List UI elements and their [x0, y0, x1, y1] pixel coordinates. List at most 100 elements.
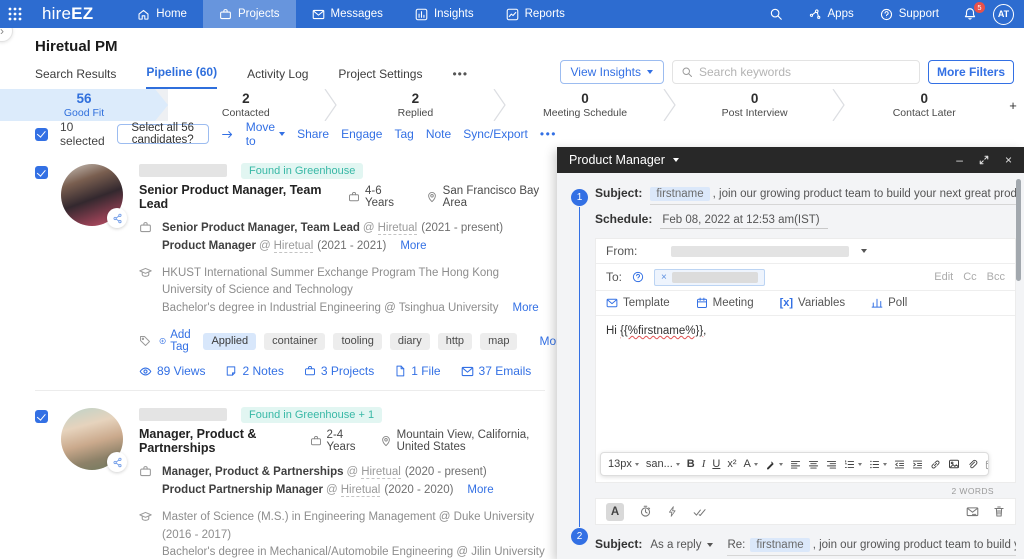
tag-chip[interactable]: diary [390, 333, 430, 350]
search-input[interactable] [699, 65, 911, 79]
tag-chip[interactable]: http [438, 333, 472, 350]
chevron-down-icon[interactable] [861, 249, 867, 253]
tag-chip[interactable]: Applied [203, 333, 256, 350]
format-toggle-button[interactable]: A [606, 503, 624, 521]
trash-icon[interactable] [993, 505, 1005, 518]
more-filters-button[interactable]: More Filters [928, 60, 1014, 84]
italic-button[interactable]: I [702, 458, 706, 470]
education-more-link[interactable]: More [512, 302, 538, 314]
add-tag-button[interactable]: Add Tag [159, 329, 195, 353]
poll-button[interactable]: Poll [871, 297, 907, 309]
share-icon[interactable] [107, 208, 127, 228]
share-icon[interactable] [107, 452, 127, 472]
ordered-list-icon[interactable] [844, 459, 862, 470]
edit-recipients-link[interactable]: Edit [934, 271, 953, 283]
candidate-card[interactable]: Found in Greenhouse Senior Product Manag… [0, 147, 557, 378]
bcc-link[interactable]: Bcc [987, 271, 1005, 283]
tab-activity-log[interactable]: Activity Log [247, 67, 308, 89]
composer-scrollbar[interactable] [1016, 179, 1021, 281]
calendar-icon[interactable] [985, 459, 989, 470]
variables-button[interactable]: [x]Variables [780, 297, 846, 309]
stage-replied[interactable]: 2 Replied [338, 89, 494, 121]
select-all-checkbox[interactable] [35, 128, 48, 141]
tab-search-results[interactable]: Search Results [35, 67, 116, 89]
nav-item-home[interactable]: Home [121, 0, 203, 28]
email-body-editor[interactable]: Hi {{%firstname%}}, 13px san... B I U x²… [596, 316, 1015, 483]
projects-stat[interactable]: 3 Projects [304, 364, 374, 378]
hireez-logo[interactable]: hireEZ [42, 4, 93, 24]
to-field[interactable]: To: × Edit Cc Bcc [596, 264, 1015, 291]
nav-item-reports[interactable]: Reports [490, 0, 581, 28]
meeting-button[interactable]: Meeting [696, 297, 754, 309]
nav-item-support[interactable]: Support [872, 0, 947, 28]
template-button[interactable]: Template [606, 297, 670, 309]
align-left-icon[interactable] [790, 459, 801, 470]
remove-recipient-icon[interactable]: × [661, 272, 667, 283]
image-icon[interactable] [948, 458, 960, 470]
recipient-chip[interactable]: × [654, 269, 765, 286]
notes-stat[interactable]: 2 Notes [225, 364, 283, 378]
stage-contact-later[interactable]: 0 Contact Later [846, 89, 1002, 121]
stage-good-fit[interactable]: 56 Good Fit [0, 89, 168, 121]
outdent-icon[interactable] [894, 459, 905, 470]
font-family-select[interactable]: san... [646, 458, 680, 470]
chevron-down-icon[interactable] [673, 158, 679, 162]
tags-more-link[interactable]: More [539, 334, 557, 348]
step2-subject-input[interactable]: Re: firstname , join our growing product… [727, 538, 1016, 556]
variable-chip[interactable]: firstname [750, 538, 809, 552]
add-stage-button[interactable]: + [1002, 89, 1024, 121]
stage-meeting-schedule[interactable]: 0 Meeting Schedule [507, 89, 663, 121]
expand-button[interactable] [979, 155, 989, 165]
subject-input[interactable]: firstname , join our growing product tea… [650, 187, 1016, 205]
nav-item-projects[interactable]: Projects [203, 0, 296, 28]
highlight-color-button[interactable] [765, 459, 783, 470]
minimize-button[interactable]: – [956, 153, 963, 167]
stage-post-interview[interactable]: 0 Post Interview [677, 89, 833, 121]
text-color-button[interactable]: A [744, 458, 758, 470]
tag-button[interactable]: Tag [394, 127, 413, 141]
reply-mode-select[interactable]: As a reply [650, 539, 713, 551]
composer-titlebar[interactable]: Product Manager – × [557, 147, 1024, 173]
tab-pipeline[interactable]: Pipeline (60) [146, 65, 217, 89]
note-button[interactable]: Note [426, 127, 451, 141]
align-center-icon[interactable] [808, 459, 819, 470]
tab-project-settings[interactable]: Project Settings [338, 67, 422, 89]
double-check-icon[interactable] [693, 506, 707, 518]
from-field[interactable]: From: [596, 239, 1015, 264]
candidate-avatar[interactable] [61, 164, 123, 226]
app-grid-icon[interactable] [0, 0, 30, 28]
align-right-icon[interactable] [826, 459, 837, 470]
sync-export-button[interactable]: Sync/Export [463, 127, 528, 141]
attachment-icon[interactable] [967, 459, 978, 470]
candidate-checkbox[interactable] [35, 166, 48, 179]
user-avatar[interactable]: AT [993, 4, 1014, 25]
underline-button[interactable]: U [712, 458, 720, 470]
files-stat[interactable]: 1 File [394, 364, 440, 378]
move-to-button[interactable]: Move to [246, 120, 285, 148]
tag-chip[interactable]: map [480, 333, 517, 350]
lightning-icon[interactable] [667, 505, 678, 518]
candidate-card[interactable]: Found in Greenhouse + 1 Manager, Product… [0, 391, 557, 559]
send-test-icon[interactable] [966, 505, 979, 518]
select-all-candidates-button[interactable]: Select all 56 candidates? [117, 124, 209, 144]
work-more-link[interactable]: More [467, 484, 493, 496]
candidate-checkbox[interactable] [35, 410, 48, 423]
nav-item-insights[interactable]: Insights [399, 0, 490, 28]
superscript-button[interactable]: x² [727, 458, 736, 470]
cc-link[interactable]: Cc [963, 271, 976, 283]
schedule-datetime[interactable]: Feb 08, 2022 at 12:53 am(IST) [660, 214, 827, 229]
tabs-more-icon[interactable]: ••• [452, 67, 468, 89]
timer-icon[interactable] [639, 505, 652, 518]
more-actions-icon[interactable]: ••• [540, 127, 557, 141]
global-search-icon[interactable] [761, 0, 791, 28]
work-more-link[interactable]: More [400, 240, 426, 252]
close-icon[interactable]: × [1005, 153, 1012, 167]
question-circle-icon[interactable] [632, 271, 644, 283]
views-stat[interactable]: 89 Views [139, 364, 205, 378]
share-button[interactable]: Share [297, 127, 329, 141]
variable-chip[interactable]: firstname [650, 187, 709, 201]
link-icon[interactable] [930, 459, 941, 470]
engage-button[interactable]: Engage [341, 127, 382, 141]
notifications-bell-icon[interactable]: 5 [957, 7, 983, 21]
tag-chip[interactable]: container [264, 333, 325, 350]
